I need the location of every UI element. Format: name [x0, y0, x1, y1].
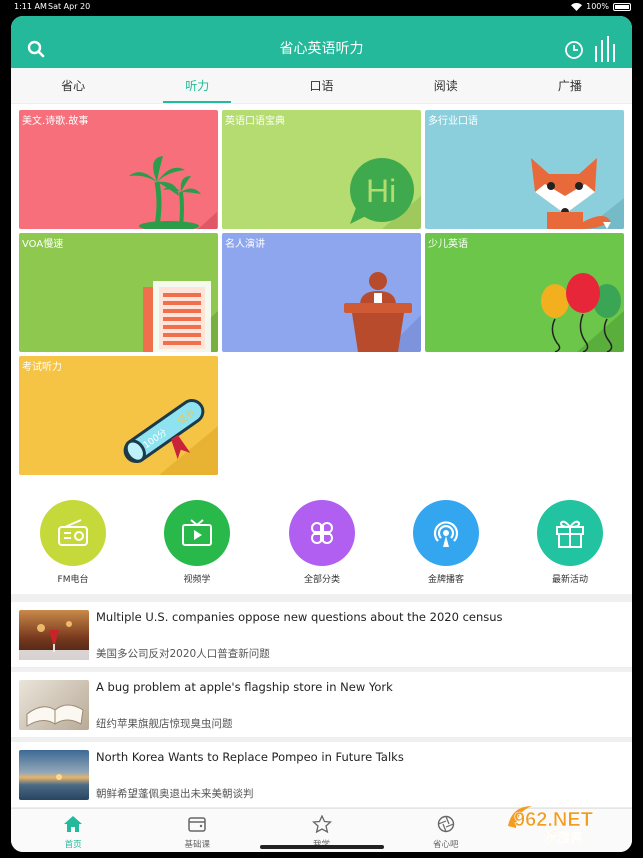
card-label: 美文.诗歌.故事	[22, 116, 89, 127]
podcast-icon	[413, 500, 479, 566]
category-tabs: 省心 听力 口语 阅读 广播	[11, 68, 632, 104]
star-icon	[311, 814, 332, 834]
tab-broadcast[interactable]: 广播	[508, 68, 632, 103]
home-icon	[64, 816, 83, 832]
news-item[interactable]: Multiple U.S. companies oppose new quest…	[11, 602, 632, 668]
card-spoken-english[interactable]: 英语口语宝典 Hi	[222, 110, 421, 229]
fox-icon	[531, 158, 624, 229]
bottom-tab-home[interactable]: 首页	[11, 809, 135, 852]
diploma-icon: 100分 证书	[123, 398, 218, 475]
status-right: 100%	[571, 0, 631, 14]
shortcut-podcast[interactable]: 金牌播客	[401, 500, 491, 585]
tab-reading[interactable]: 阅读	[384, 68, 508, 103]
card-prose-poetry[interactable]: 美文.诗歌.故事	[19, 110, 218, 229]
shortcut-all-categories[interactable]: 全部分类	[277, 500, 367, 585]
aperture-icon	[437, 815, 454, 833]
bottom-tab-basics[interactable]: 基础课	[135, 809, 259, 852]
news-subtitle: 美国多公司反对2020人口普查新问题	[96, 648, 270, 660]
shortcut-video[interactable]: 视频学	[152, 500, 242, 585]
card-label: 少儿英语	[428, 239, 468, 250]
shortcut-label: 最新活动	[551, 575, 588, 585]
card-industry-english[interactable]: 多行业口语	[425, 110, 624, 229]
sunset-photo	[19, 750, 89, 800]
equalizer-icon[interactable]	[594, 36, 618, 62]
wallet-icon	[188, 817, 207, 832]
news-item[interactable]: A bug problem at apple's flagship store …	[11, 672, 632, 738]
status-bar: 1:11 AM Sat Apr 20 100%	[0, 0, 643, 14]
hi-bubble-icon: Hi	[350, 158, 421, 229]
status-date: Sat Apr 20	[48, 2, 91, 11]
shortcut-label: 金牌播客	[427, 575, 464, 585]
news-title: A bug problem at apple's flagship store …	[96, 680, 393, 694]
dining-photo	[19, 610, 89, 660]
shortcut-label: 全部分类	[303, 575, 340, 585]
shortcut-label: 视频学	[183, 575, 211, 585]
tv-icon	[164, 500, 230, 566]
card-exam-listening[interactable]: 考试听力 100分 证书	[19, 356, 218, 475]
tab-shengxin[interactable]: 省心	[11, 68, 135, 103]
palm-tree-icon	[129, 156, 217, 229]
wifi-icon	[571, 3, 583, 11]
battery-percent: 100%	[586, 2, 609, 11]
home-indicator[interactable]	[259, 845, 384, 849]
card-label: VOA慢速	[22, 239, 64, 250]
bottom-tab-community[interactable]: 省心吧	[384, 809, 508, 852]
app-screen: 省心英语听力 省心 听力 口语 阅读 广播 美文.诗歌.故事 英语口语宝典 Hi…	[11, 16, 632, 852]
shortcut-events[interactable]: 最新活动	[525, 500, 615, 585]
podium-icon	[344, 272, 421, 352]
clover-icon	[289, 500, 355, 566]
svg-text:962.NET: 962.NET	[514, 809, 593, 831]
battery-icon	[613, 3, 631, 11]
card-voa-slow[interactable]: VOA慢速	[19, 233, 218, 352]
device-frame: 1:11 AM Sat Apr 20 100% 省心英语听力 省心 听力 口语 …	[0, 0, 643, 858]
book-photo	[19, 680, 89, 730]
gift-icon	[537, 500, 603, 566]
shortcut-row: FM电台 视频学 全部分类 金牌播客 最新活动	[11, 500, 632, 592]
clock-icon[interactable]	[564, 40, 584, 60]
svg-text:乐游网: 乐游网	[544, 830, 583, 844]
card-label: 名人演讲	[225, 239, 265, 250]
status-time: 1:11 AM	[14, 2, 47, 11]
bottom-tab-label: 省心吧	[432, 840, 459, 850]
balloons-icon	[541, 273, 624, 352]
radio-icon	[40, 500, 106, 566]
news-subtitle: 朝鲜希望蓬佩奥退出未来美朝谈判	[96, 788, 254, 800]
card-celebrity-speech[interactable]: 名人演讲	[222, 233, 421, 352]
news-title: North Korea Wants to Replace Pompeo in F…	[96, 750, 404, 764]
bottom-tab-label: 首页	[64, 840, 82, 850]
app-header: 省心英语听力	[11, 16, 632, 68]
newspaper-icon	[143, 281, 218, 352]
section-divider	[11, 594, 632, 602]
shortcut-fm-radio[interactable]: FM电台	[28, 500, 118, 585]
card-label: 考试听力	[22, 362, 62, 373]
card-label: 多行业口语	[428, 116, 478, 127]
hi-bubble-text: Hi	[366, 173, 396, 209]
news-title: Multiple U.S. companies oppose new quest…	[96, 610, 503, 624]
card-kids-english[interactable]: 少儿英语	[425, 233, 624, 352]
shortcut-label: FM电台	[57, 575, 89, 585]
news-subtitle: 纽约苹果旗舰店惊现臭虫问题	[96, 718, 233, 730]
tab-speaking[interactable]: 口语	[259, 68, 383, 103]
card-label: 英语口语宝典	[225, 116, 285, 127]
tab-listening[interactable]: 听力	[135, 68, 259, 103]
bottom-tab-label: 基础课	[184, 840, 211, 850]
site-watermark-logo: 962.NET 乐游网	[508, 806, 593, 844]
